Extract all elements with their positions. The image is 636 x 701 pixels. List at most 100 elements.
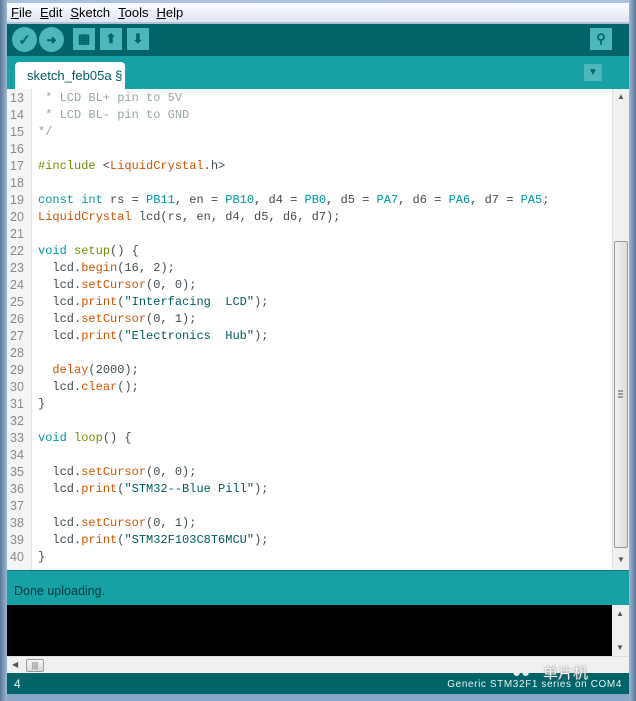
code-text: delay(2000); bbox=[52, 363, 139, 377]
line-number: 15 bbox=[10, 125, 24, 139]
arduino-ide-window: File Edit Sketch Tools Help ✓ ➜ ▦ ⬆ ⬇ ⚲ sket… bbox=[0, 0, 636, 701]
line-number: 23 bbox=[10, 261, 24, 275]
code-line[interactable]: 14 * LCD BL- pin to GND bbox=[7, 107, 607, 124]
code-text: * LCD BL+ pin to 5V bbox=[38, 91, 183, 105]
code-text: * LCD BL- pin to GND bbox=[38, 108, 190, 122]
tab-bar: sketch_feb05a § ▼ bbox=[7, 56, 629, 89]
code-line[interactable]: 13 * LCD BL+ pin to 5V bbox=[7, 90, 607, 107]
code-editor[interactable]: 13 * LCD BL+ pin to 5V 14 * LCD BL- pin t… bbox=[7, 89, 612, 570]
line-number: 26 bbox=[10, 312, 24, 326]
arrow-down-icon: ⬇ bbox=[132, 31, 144, 46]
line-number: 21 bbox=[10, 227, 24, 241]
code-text: */ bbox=[38, 125, 53, 139]
code-line[interactable]: 34 bbox=[7, 447, 607, 464]
tab-label: sketch_feb05a § bbox=[27, 68, 123, 83]
code-text: lcd.print("STM32--Blue Pill"); bbox=[38, 482, 269, 496]
code-line[interactable]: 18 bbox=[7, 175, 607, 192]
editor-vertical-scrollbar[interactable]: ▲ ═ ═ ═ ▼ bbox=[612, 89, 629, 570]
line-number: 39 bbox=[10, 533, 24, 547]
status-bar: Done uploading. bbox=[7, 570, 629, 606]
grip-icon: ═ ═ ═ bbox=[618, 388, 623, 401]
new-sketch-button[interactable]: ▦ bbox=[73, 28, 95, 50]
code-text: lcd.setCursor(0, 0); bbox=[38, 465, 197, 479]
code-text: void setup() { bbox=[38, 244, 139, 258]
line-number: 35 bbox=[10, 465, 24, 479]
code-text: const int rs = PB11, en = PB10, d4 = PB0… bbox=[38, 193, 550, 207]
code-line[interactable]: 28 bbox=[7, 345, 607, 362]
code-line[interactable]: 26 lcd.setCursor(0, 1); bbox=[7, 311, 607, 328]
menu-edit[interactable]: Edit bbox=[40, 5, 62, 20]
scroll-down-icon[interactable]: ▼ bbox=[616, 643, 624, 652]
scroll-down-icon[interactable]: ▼ bbox=[617, 555, 625, 564]
upload-button[interactable]: ➜ bbox=[39, 27, 64, 52]
code-line[interactable]: 39 lcd.print("STM32F103C8T6MCU"); bbox=[7, 532, 607, 549]
line-number: 24 bbox=[10, 278, 24, 292]
code-line[interactable]: 24 lcd.setCursor(0, 0); bbox=[7, 277, 607, 294]
window-frame-right bbox=[629, 0, 636, 701]
code-line[interactable]: 15 */ bbox=[7, 124, 607, 141]
code-line[interactable]: 33 void loop() { bbox=[7, 430, 607, 447]
code-line[interactable]: 36 lcd.print("STM32--Blue Pill"); bbox=[7, 481, 607, 498]
code-line[interactable]: 27 lcd.print("Electronics Hub"); bbox=[7, 328, 607, 345]
code-line[interactable]: 21 bbox=[7, 226, 607, 243]
line-number: 32 bbox=[10, 414, 24, 428]
code-line[interactable]: 37 bbox=[7, 498, 607, 515]
line-number: 40 bbox=[10, 550, 24, 564]
window-frame-left bbox=[0, 0, 7, 701]
code-line[interactable]: 25 lcd.print("Interfacing LCD"); bbox=[7, 294, 607, 311]
scroll-up-icon[interactable]: ▲ bbox=[617, 92, 625, 101]
status-message: Done uploading. bbox=[14, 584, 106, 598]
code-line[interactable]: 38 lcd.setCursor(0, 1); bbox=[7, 515, 607, 532]
code-text: lcd.print("Interfacing LCD"); bbox=[38, 295, 269, 309]
tab-sketch[interactable]: sketch_feb05a § bbox=[15, 62, 125, 89]
code-text: lcd.setCursor(0, 0); bbox=[38, 278, 197, 292]
code-line[interactable]: 35 lcd.setCursor(0, 0); bbox=[7, 464, 607, 481]
code-text: lcd.print("STM32F103C8T6MCU"); bbox=[38, 533, 269, 547]
scrollbar-thumb[interactable]: ═ ═ ═ bbox=[614, 241, 628, 548]
line-number: 37 bbox=[10, 499, 24, 513]
scroll-left-icon[interactable]: ◀ bbox=[12, 660, 18, 669]
code-line[interactable]: 40} bbox=[7, 549, 607, 566]
code-text: #include <LiquidCrystal.h> bbox=[38, 159, 226, 173]
line-number: 34 bbox=[10, 448, 24, 462]
line-number: 20 bbox=[10, 210, 24, 224]
scrollbar-thumb[interactable]: ||| bbox=[26, 659, 44, 672]
code-line[interactable]: 29 delay(2000); bbox=[7, 362, 607, 379]
code-line[interactable]: 22 void setup() { bbox=[7, 243, 607, 260]
console-output[interactable] bbox=[7, 605, 612, 656]
code-line[interactable]: 19 const int rs = PB11, en = PB10, d4 = P… bbox=[7, 192, 607, 209]
line-number: 29 bbox=[10, 363, 24, 377]
toolbar: ✓ ➜ ▦ ⬆ ⬇ ⚲ bbox=[7, 24, 629, 56]
code-text: lcd.setCursor(0, 1); bbox=[38, 312, 197, 326]
tab-menu-button[interactable]: ▼ bbox=[584, 64, 602, 81]
scroll-up-icon[interactable]: ▲ bbox=[616, 609, 624, 618]
console-vertical-scrollbar[interactable]: ▲ ▼ bbox=[612, 605, 629, 656]
code-line[interactable]: 17 #include <LiquidCrystal.h> bbox=[7, 158, 607, 175]
menu-tools[interactable]: Tools bbox=[118, 5, 148, 20]
line-number: 27 bbox=[10, 329, 24, 343]
code-text: } bbox=[38, 397, 46, 411]
code-line[interactable]: 23 lcd.begin(16, 2); bbox=[7, 260, 607, 277]
line-number: 25 bbox=[10, 295, 24, 309]
line-number: 33 bbox=[10, 431, 24, 445]
save-sketch-button[interactable]: ⬇ bbox=[127, 28, 149, 50]
serial-monitor-button[interactable]: ⚲ bbox=[590, 28, 612, 50]
line-number: 30 bbox=[10, 380, 24, 394]
menu-file[interactable]: File bbox=[11, 5, 32, 20]
code-line[interactable]: 16 bbox=[7, 141, 607, 158]
open-sketch-button[interactable]: ⬆ bbox=[100, 28, 122, 50]
verify-button[interactable]: ✓ bbox=[12, 27, 37, 52]
arrow-up-icon: ⬆ bbox=[105, 31, 117, 46]
checkmark-icon: ✓ bbox=[18, 31, 31, 49]
menu-sketch[interactable]: Sketch bbox=[70, 5, 110, 20]
menu-bar: File Edit Sketch Tools Help bbox=[7, 3, 629, 23]
code-text: lcd.begin(16, 2); bbox=[38, 261, 175, 275]
menu-help[interactable]: Help bbox=[156, 5, 183, 20]
code-line[interactable]: 20 LiquidCrystal lcd(rs, en, d4, d5, d6, … bbox=[7, 209, 607, 226]
arrow-right-icon: ➜ bbox=[46, 32, 57, 47]
code-line[interactable]: 30 lcd.clear(); bbox=[7, 379, 607, 396]
code-text: lcd.setCursor(0, 1); bbox=[38, 516, 197, 530]
watermark: 单片机 bbox=[543, 665, 589, 682]
code-line[interactable]: 32 bbox=[7, 413, 607, 430]
code-line[interactable]: 31} bbox=[7, 396, 607, 413]
